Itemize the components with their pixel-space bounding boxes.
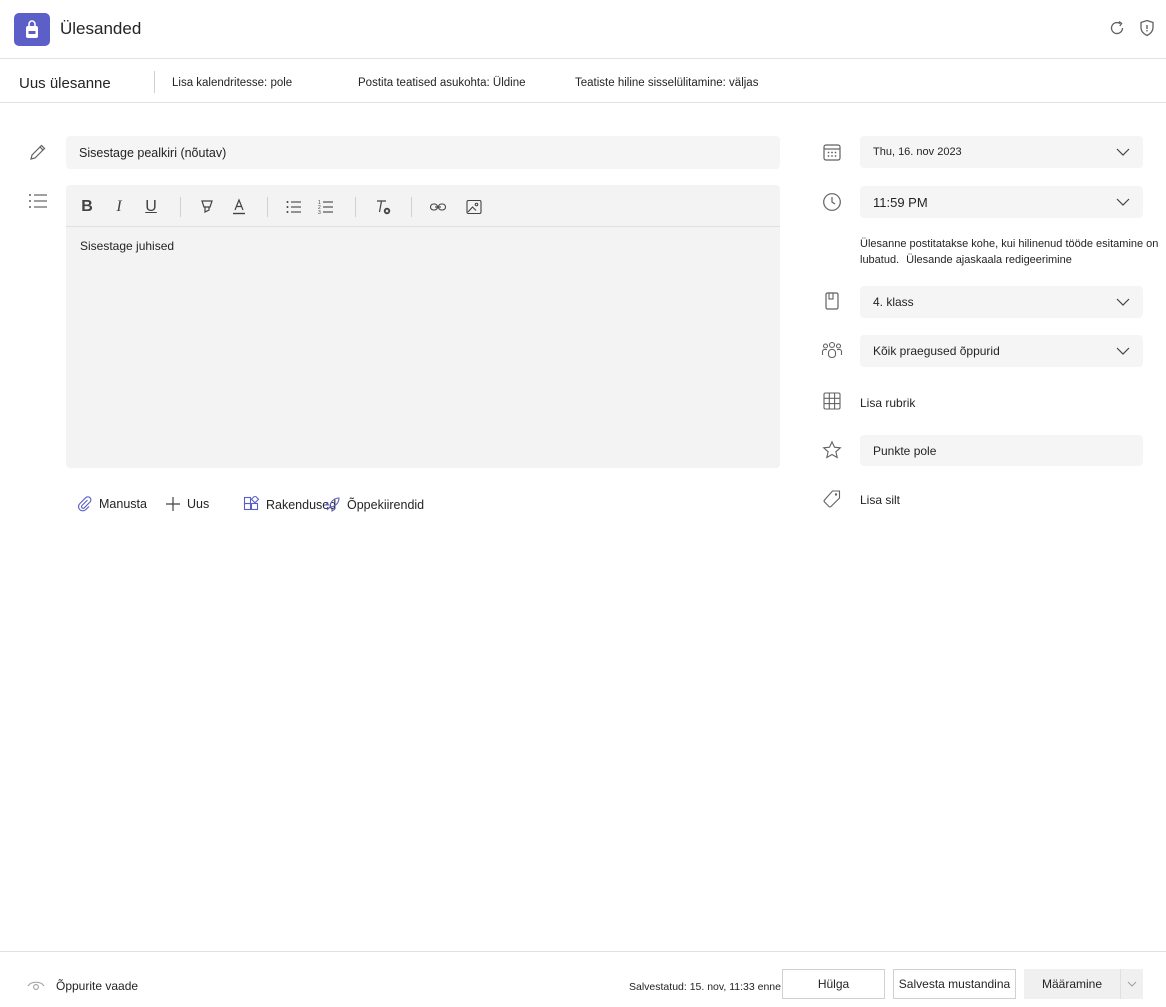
due-time-dropdown[interactable]: 11:59 PM: [860, 186, 1143, 218]
student-view-label: Õppurite vaade: [56, 979, 139, 993]
underline-button[interactable]: U: [140, 196, 162, 218]
calendar-icon: [820, 140, 844, 164]
footer: Õppurite vaade Salvestatud: 15. nov, 11:…: [0, 951, 1166, 1007]
people-icon: [820, 338, 844, 362]
tag-icon: [820, 487, 844, 511]
late-notifications-link[interactable]: Teatiste hiline sisselülitamine: väljas: [575, 77, 758, 89]
pencil-icon: [26, 140, 50, 164]
highlighter-icon: [201, 200, 213, 213]
save-draft-button[interactable]: Salvesta mustandina: [893, 969, 1016, 999]
numbered-list-button[interactable]: 1 2 3: [315, 196, 337, 218]
new-button[interactable]: Uus: [165, 496, 209, 512]
add-tag-link[interactable]: Lisa silt: [860, 493, 900, 507]
divider: [154, 71, 155, 93]
eye-icon: [27, 981, 45, 990]
clock-icon: [820, 190, 844, 214]
assign-options-button[interactable]: [1120, 969, 1143, 999]
refresh-icon[interactable]: [1107, 18, 1127, 38]
toolbar-divider: [355, 197, 356, 217]
points-value: Punkte pole: [873, 443, 937, 458]
editor-toolbar: B I U 1 2 3: [66, 185, 780, 227]
instructions-placeholder[interactable]: Sisestage juhised: [80, 239, 174, 253]
calendar-setting-link[interactable]: Lisa kalendritesse: pole: [172, 77, 292, 89]
schedule-note: Ülesanne postitatakse kohe, kui hilinenu…: [860, 236, 1160, 268]
class-dropdown[interactable]: 4. klass: [860, 286, 1143, 318]
app-header: Ülesanded: [0, 0, 1166, 59]
instructions-editor[interactable]: B I U 1 2 3 Sisestage juhised: [66, 185, 780, 468]
chevron-down-icon: [1127, 981, 1137, 987]
highlight-button[interactable]: [196, 196, 218, 218]
attach-label: Manusta: [99, 497, 147, 511]
post-notifications-link[interactable]: Postita teatised asukohta: Üldine: [358, 77, 526, 89]
apps-button[interactable]: Rakendused: [243, 496, 336, 513]
title-input[interactable]: [66, 136, 780, 169]
svg-text:3: 3: [318, 210, 321, 216]
italic-button[interactable]: I: [108, 196, 130, 218]
shield-icon[interactable]: [1137, 18, 1157, 38]
learning-accelerators-button[interactable]: Õppekiirendid: [324, 496, 424, 513]
student-view-button[interactable]: Õppurite vaade: [27, 979, 138, 993]
insert-link-button[interactable]: [427, 196, 449, 218]
table-icon: [820, 389, 844, 413]
assignment-subheader: Uus ülesanne Lisa kalendritesse: pole Po…: [0, 59, 1166, 103]
insert-image-button[interactable]: [463, 196, 485, 218]
image-icon: [466, 199, 482, 215]
discard-button[interactable]: Hülga: [782, 969, 885, 999]
bold-label: B: [81, 198, 93, 215]
chevron-down-icon: [1116, 148, 1130, 156]
app-title: Ülesanded: [60, 19, 142, 38]
underline-label: U: [145, 198, 157, 215]
clear-formatting-icon: [377, 200, 391, 215]
students-value: Kõik praegused õppurid: [873, 344, 1000, 358]
points-field[interactable]: Punkte pole: [860, 435, 1143, 466]
star-icon: [820, 438, 844, 462]
list-icon: [26, 189, 50, 213]
learning-accelerators-label: Õppekiirendid: [347, 497, 425, 512]
backpack-icon: [14, 13, 50, 46]
edit-timeline-link[interactable]: Ülesande ajaskaala redigeerimine: [906, 254, 1072, 266]
bullet-list-button[interactable]: [283, 196, 305, 218]
due-date-value: Thu, 16. nov 2023: [873, 146, 962, 158]
toolbar-divider: [267, 197, 268, 217]
numbered-list-icon: 1 2 3: [318, 200, 333, 216]
assign-button[interactable]: Määramine: [1024, 969, 1120, 999]
chevron-down-icon: [1116, 347, 1130, 355]
chevron-down-icon: [1116, 198, 1130, 206]
bold-button[interactable]: B: [76, 196, 98, 218]
new-label: Uus: [187, 497, 210, 511]
students-dropdown[interactable]: Kõik praegused õppurid: [860, 335, 1143, 367]
chevron-down-icon: [1116, 298, 1130, 306]
book-icon: [820, 289, 844, 313]
due-date-dropdown[interactable]: Thu, 16. nov 2023: [860, 136, 1143, 168]
toolbar-divider: [411, 197, 412, 217]
page-title: Uus ülesanne: [19, 75, 111, 92]
font-color-icon: [233, 198, 245, 215]
paperclip-icon: [78, 496, 92, 512]
italic-label: I: [116, 198, 122, 215]
due-time-value: 11:59 PM: [873, 194, 928, 210]
attach-button[interactable]: Manusta: [77, 496, 147, 512]
toolbar-divider: [180, 197, 181, 217]
bullet-list-icon: [286, 201, 301, 213]
add-rubric-link[interactable]: Lisa rubrik: [860, 396, 915, 410]
link-icon: [429, 203, 447, 211]
rocket-icon: [324, 497, 340, 513]
clear-formatting-button[interactable]: [372, 196, 394, 218]
apps-icon: [243, 496, 260, 511]
font-color-button[interactable]: [228, 196, 250, 218]
plus-icon: [166, 497, 180, 511]
class-value: 4. klass: [873, 295, 914, 309]
